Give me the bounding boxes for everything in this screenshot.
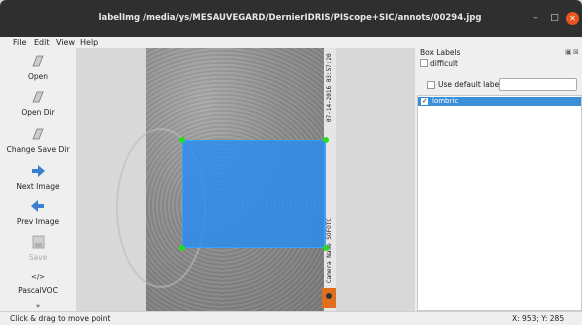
close-button[interactable]: ✕ — [566, 12, 579, 25]
menu-edit[interactable]: Edit — [34, 37, 50, 48]
open-dir-button[interactable]: Open Dir — [0, 90, 76, 117]
open-button[interactable]: Open — [0, 54, 76, 81]
arrow-right-icon — [32, 165, 45, 177]
save-icon — [32, 235, 45, 249]
label-list[interactable]: lombric — [417, 95, 582, 311]
prev-image-button[interactable]: Prev Image — [0, 199, 76, 226]
next-image-button[interactable]: Next Image — [0, 164, 76, 191]
camera-logo-icon — [322, 288, 336, 308]
dock-title: Box Labels — [420, 48, 461, 57]
list-item[interactable]: lombric — [418, 97, 581, 106]
format-button[interactable]: </> PascalVOC — [0, 270, 76, 295]
maximize-button[interactable]: □ — [548, 12, 561, 25]
dock-close-icon[interactable]: ⊠ — [573, 48, 579, 56]
dock-float-icon[interactable]: ▣ — [565, 48, 572, 56]
menu-view[interactable]: View — [56, 37, 75, 48]
label-name: lombric — [432, 97, 459, 105]
bounding-box-lombric[interactable] — [182, 140, 326, 248]
difficult-label: difficult — [430, 59, 458, 68]
bbox-handle-bottom-right[interactable] — [323, 245, 329, 251]
change-save-dir-button[interactable]: Change Save Dir — [0, 127, 76, 154]
save-button[interactable]: Save — [0, 235, 76, 262]
app-window: labelImg /media/ys/MESAUVEGARD/DernierID… — [0, 0, 582, 325]
open-dir-icon — [32, 91, 44, 103]
title-bar[interactable]: labelImg /media/ys/MESAUVEGARD/DernierID… — [0, 0, 582, 37]
minimize-button[interactable]: – — [529, 12, 542, 25]
bbox-handle-bottom-left[interactable] — [179, 245, 185, 251]
menu-file[interactable]: File — [13, 37, 26, 48]
bbox-handle-top-right[interactable] — [323, 137, 329, 143]
status-bar: Click & drag to move point X: 953; Y: 28… — [0, 311, 582, 325]
open-file-icon — [32, 55, 44, 67]
cursor-coordinates: X: 953; Y: 285 — [512, 314, 565, 323]
menu-help[interactable]: Help — [80, 37, 98, 48]
use-default-label-text: Use default label — [438, 80, 502, 89]
arrow-left-icon — [31, 200, 44, 212]
window-title: labelImg /media/ys/MESAUVEGARD/DernierID… — [98, 13, 482, 23]
status-message: Click & drag to move point — [10, 314, 111, 323]
bbox-handle-top-left[interactable] — [179, 137, 185, 143]
default-label-input[interactable] — [499, 78, 577, 91]
image-canvas[interactable]: 07-14-2016 03:57:20 Camera Name SOFOTC — [76, 48, 415, 311]
difficult-checkbox[interactable] — [420, 59, 428, 67]
menu-bar: File Edit View Help — [0, 37, 582, 48]
box-labels-dock: Box Labels ▣ ⊠ difficult Use default lab… — [415, 48, 582, 311]
label-checkbox[interactable] — [421, 97, 428, 105]
use-default-label-checkbox[interactable] — [427, 81, 435, 89]
change-save-dir-icon — [32, 128, 44, 140]
tool-bar: Open Open Dir Change Save Dir Next Image… — [0, 48, 76, 311]
timestamp-text: 07-14-2016 03:57:20 — [326, 53, 333, 122]
code-icon: </> — [30, 273, 46, 281]
more-tools-button[interactable]: » — [0, 302, 76, 310]
